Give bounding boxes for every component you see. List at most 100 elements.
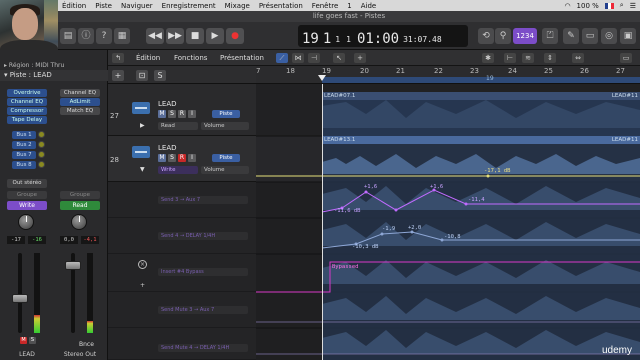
gear-icon[interactable]: ✱ [482, 53, 494, 63]
back-icon[interactable]: ↰ [112, 53, 124, 63]
metronome-icon[interactable]: ⏍ [542, 28, 558, 44]
automation-lane-send4[interactable]: Send 4 → DELAY 1/4H [108, 218, 256, 254]
loop-browser-icon[interactable]: ◎ [601, 28, 617, 44]
library-icon[interactable]: ▤ [60, 28, 76, 44]
pointer-tool-icon[interactable]: ↖ [333, 53, 345, 63]
lane-param-label[interactable]: Send 4 → DELAY 1/4H [158, 232, 248, 240]
edition-menu[interactable]: Édition [136, 53, 160, 63]
send-knob-7[interactable] [38, 151, 45, 158]
pan-value-2[interactable]: 0,0 [60, 236, 78, 244]
track-automation-scope[interactable]: Piste [212, 154, 240, 162]
disclosure-icon[interactable]: ▶ [140, 122, 145, 129]
fit-icon[interactable]: ▭ [620, 53, 632, 63]
menu-mixage[interactable]: Mixage [225, 2, 250, 10]
menu-naviguer[interactable]: Naviguer [121, 2, 153, 10]
plugin-slot-tape-delay[interactable]: Tape Delay [7, 116, 47, 124]
flag-icon[interactable] [604, 2, 614, 9]
help-icon[interactable]: ? [96, 28, 112, 44]
zoom-horizontal-icon[interactable]: ⇔ [572, 53, 584, 63]
fader-handle[interactable] [12, 294, 28, 303]
presentation-menu[interactable]: Présentation [220, 53, 264, 63]
timeline-ruler[interactable]: 7 18 19 20 21 22 23 24 25 26 27 19 [256, 66, 640, 84]
toolbar-icon[interactable]: ▦ [114, 28, 130, 44]
solo-button[interactable]: S [29, 337, 36, 344]
menu-edition[interactable]: Édition [62, 2, 86, 10]
send-knob-2[interactable] [38, 141, 45, 148]
stop-button[interactable]: ■ [186, 28, 204, 44]
send-knob-1[interactable] [38, 131, 45, 138]
plugin-slot-channel-eq[interactable]: Channel EQ [7, 98, 47, 106]
plugin-slot-adlimit[interactable]: AdLimit [60, 98, 100, 106]
close-lane-icon[interactable]: × [138, 260, 147, 269]
automation-mode-menu[interactable]: Read [158, 122, 198, 130]
lcd-display[interactable]: 19 1 1 1 01:00 31:07.48 [298, 25, 468, 47]
send-bus-1[interactable]: Bus 1 [12, 131, 36, 139]
cycle-icon[interactable]: ⟲ [478, 28, 494, 44]
mute-button[interactable]: M [158, 154, 166, 162]
forward-button[interactable]: ▶▶ [166, 28, 184, 44]
track-header-27[interactable]: 27 LEAD M S R I Piste ▶ Read Volume [108, 84, 256, 136]
plugin-slot-overdrive[interactable]: Overdrive [7, 89, 47, 97]
automation-mode-menu[interactable]: Write [158, 166, 198, 174]
mute-button[interactable]: M [158, 110, 166, 118]
rewind-button[interactable]: ◀◀ [146, 28, 164, 44]
pan-value[interactable]: -17 [7, 236, 25, 244]
input-monitor-button[interactable]: I [188, 154, 196, 162]
region-name[interactable]: LEAD#13.1 LEAD#11 [322, 136, 640, 144]
notepad-icon[interactable]: ✎ [563, 28, 579, 44]
waveform-zoom-icon[interactable]: ≋ [522, 53, 534, 63]
add-lane-icon[interactable]: + [140, 282, 145, 289]
pan-knob[interactable] [18, 214, 34, 230]
flex-icon[interactable]: ⋈ [292, 53, 304, 63]
automation-param-menu[interactable]: Volume [201, 122, 249, 130]
wifi-icon[interactable]: ◠ [564, 2, 570, 10]
add-track-button[interactable]: + [112, 70, 124, 81]
send-bus-7[interactable]: Bus 7 [12, 151, 36, 159]
lane-param-label[interactable]: Send 3 → Aux 7 [158, 196, 248, 204]
menu-list-icon[interactable]: ☰ [630, 2, 636, 10]
pan-knob-2[interactable] [71, 214, 87, 230]
record-enable-button[interactable]: R [178, 154, 186, 162]
automation-lane-send-mute3[interactable]: Send Mute 3 → Aux 7 [108, 292, 256, 328]
volume-value-2[interactable]: -4,1 [81, 236, 99, 244]
track-name[interactable]: LEAD [158, 100, 177, 108]
send-knob-8[interactable] [38, 161, 45, 168]
track-header-28[interactable]: 28 LEAD M S R I Piste ▼ Write Volume [108, 136, 256, 182]
automation-param-menu[interactable]: Volume [201, 166, 249, 174]
send-bus-2[interactable]: Bus 2 [12, 141, 36, 149]
cycle-region[interactable] [322, 77, 640, 83]
automation-view-icon[interactable]: ⟋ [276, 53, 288, 63]
search-icon[interactable]: ⌕ [620, 1, 624, 10]
volume-fader[interactable] [8, 253, 46, 333]
send-bus-8[interactable]: Bus 8 [12, 161, 36, 169]
playhead-marker[interactable] [318, 75, 326, 81]
tuner-icon[interactable]: ⚲ [495, 28, 511, 44]
input-monitor-button[interactable]: I [188, 110, 196, 118]
fader-handle-2[interactable] [65, 261, 81, 270]
volume-value[interactable]: -16 [28, 236, 46, 244]
track-automation-scope[interactable]: Piste [212, 110, 240, 118]
play-button[interactable]: ▶ [206, 28, 224, 44]
automation-lane-send-mute4[interactable]: Send Mute 4 → DELAY 1/4H [108, 328, 256, 360]
volume-fader-2[interactable] [61, 253, 99, 333]
pencil-tool-icon[interactable]: + [354, 53, 366, 63]
plugin-slot-match-eq[interactable]: Match EQ [60, 107, 100, 115]
group-slot[interactable]: Groupe [7, 191, 47, 199]
track-inspector-header[interactable]: ▾ Piste : LEAD [0, 70, 108, 81]
mute-button[interactable]: M [20, 337, 27, 344]
track-name[interactable]: LEAD [158, 144, 177, 152]
record-enable-button[interactable]: R [178, 110, 186, 118]
battery-label[interactable]: 100 % [577, 2, 599, 10]
output-button[interactable]: Out stéréo [7, 179, 47, 188]
solo-button[interactable]: S [168, 154, 176, 162]
disclosure-open-icon[interactable]: ▼ [140, 166, 145, 173]
fonctions-menu[interactable]: Fonctions [174, 53, 207, 63]
global-solo-button[interactable]: S [154, 70, 166, 81]
bounce-button[interactable]: Bnce [79, 341, 94, 348]
automation-lane-insert-bypass[interactable]: × + Insert #4 Bypass [108, 254, 256, 292]
zoom-vertical-icon[interactable]: ⇕ [544, 53, 556, 63]
record-button[interactable]: ● [226, 28, 244, 44]
menu-enregistrement[interactable]: Enregistrement [162, 2, 216, 10]
menu-fenetre[interactable]: Fenêtre [312, 2, 338, 10]
region-inspector-header[interactable]: ▸ Région : MIDI Thru [0, 62, 108, 70]
